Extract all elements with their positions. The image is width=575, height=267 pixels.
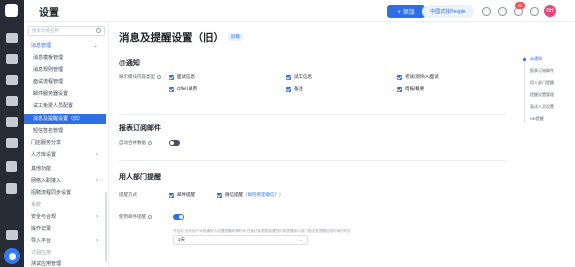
checkbox-note[interactable]: 备注: [286, 86, 303, 92]
sidebar-item[interactable]: 短信签名管理: [24, 126, 106, 136]
sidebar-item[interactable]: 网络入职接入 ›: [24, 176, 106, 186]
chevron-right-icon: ›: [96, 178, 98, 184]
search-placeholder: 搜索功能名称: [32, 28, 59, 33]
section-heading-report: 报表订阅邮件: [119, 125, 161, 132]
sidebar-scrollbar[interactable]: [105, 192, 107, 262]
anchor-line: [524, 56, 525, 122]
checkbox-offer[interactable]: Offer/录用: [169, 86, 197, 92]
sidebar-item[interactable]: 门店服务分享: [24, 138, 106, 148]
use-email-label: 使用邮件提醒: [119, 214, 152, 220]
checkbox-checked-icon: [217, 192, 222, 198]
page-title: 消息及提醒设置（旧）: [119, 32, 224, 44]
main-content: 消息及提醒设置（旧） 旧版 @通知 展示模块内容类型 面试信息 试工信息 考试/…: [110, 22, 510, 267]
sidebar-item[interactable]: 消息规则管理: [24, 65, 106, 75]
checkbox-report[interactable]: 周报/概要: [397, 86, 424, 92]
use-email-toggle[interactable]: [173, 214, 184, 220]
checkbox-checked-icon: [169, 86, 174, 92]
candidate-icon[interactable]: [6, 75, 18, 85]
checkbox-checked-icon: [286, 74, 291, 80]
anchor-item[interactable]: 用人部门提醒: [530, 80, 554, 86]
auto-merge-label: 自动合并数据: [119, 140, 152, 146]
clock-icon[interactable]: [6, 161, 17, 172]
section-heading-notify: @通知: [119, 60, 140, 67]
sidebar-section-label: 订阅应用: [31, 250, 52, 256]
sidebar-item-active[interactable]: 消息及提醒设置（旧）: [24, 114, 106, 124]
anchor-item-active[interactable]: @通知: [530, 56, 542, 62]
sidebar-item[interactable]: 导入平台 ›: [24, 236, 106, 246]
settings-sidebar: 搜索功能名称 消息管理 ⌄ 消息模板管理 消息规则管理 面试流程管理 邮件服务器设…: [24, 22, 109, 267]
checkbox-trial[interactable]: 试工信息: [286, 74, 312, 80]
brand-switcher[interactable]: 中国式找People: [422, 5, 474, 18]
page-header-title: 设置: [39, 8, 59, 19]
reminder-hint: 开启后,允许用户对被通知人设置提醒间隔时间,在面试前根据设置的时间提醒用人部门面…: [173, 229, 352, 233]
sidebar-group-message[interactable]: 消息管理 ⌄: [24, 41, 106, 51]
chevron-down-icon: ⌄: [299, 237, 303, 242]
checkbox-checked-icon: [169, 192, 174, 198]
sidebar-item[interactable]: 邮件服务器设置: [24, 89, 106, 99]
document-icon[interactable]: [6, 117, 18, 127]
search-input[interactable]: 搜索功能名称: [28, 26, 105, 36]
sidebar-item[interactable]: 操作记录: [24, 224, 106, 234]
reminder-method-label: 提醒方式: [119, 192, 137, 197]
avatar[interactable]: RH: [544, 5, 556, 17]
anchor-item[interactable]: 面试人员设置: [530, 104, 554, 110]
app-grid-icon[interactable]: [530, 7, 539, 16]
anchor-active-dot: [523, 58, 526, 61]
location-icon[interactable]: [482, 7, 491, 16]
search-icon: [96, 28, 101, 33]
divider: [119, 160, 506, 161]
sidebar-section-label: 系统: [31, 202, 42, 208]
checkbox-checked-icon: [397, 86, 402, 92]
checkbox-interview[interactable]: 面试信息: [169, 74, 195, 80]
checkbox-checked-icon: [397, 74, 402, 80]
checkbox-checked-icon: [286, 86, 291, 92]
sidebar-item[interactable]: 人才库设置 ›: [24, 150, 106, 160]
section-heading-reminder: 用人部门提醒: [119, 174, 161, 181]
sidebar-item[interactable]: 其他功能: [24, 164, 106, 174]
users-icon[interactable]: [6, 54, 18, 64]
sidebar-item[interactable]: 试工免费人员配置: [24, 101, 106, 111]
chevron-down-icon: ⌄: [92, 43, 98, 49]
share-icon[interactable]: [6, 183, 17, 194]
checkbox-email-reminder[interactable]: 邮件提醒: [169, 192, 195, 198]
help-icon: [157, 74, 161, 79]
help-icon[interactable]: [498, 7, 507, 16]
app-logo: [5, 4, 18, 17]
sidebar-item[interactable]: 招聘流程同步设置: [24, 188, 106, 198]
chart-icon[interactable]: [6, 138, 18, 148]
message-icon[interactable]: [6, 230, 18, 240]
anchor-item[interactable]: 报表订阅邮件: [530, 68, 554, 74]
home-icon[interactable]: [6, 33, 18, 43]
app-rail: [0, 0, 24, 267]
calendar-icon[interactable]: [6, 96, 18, 106]
checkbox-wechat-reminder[interactable]: 微信提醒 （如何绑定微信？）: [217, 192, 284, 198]
chevron-right-icon: ›: [96, 238, 98, 244]
sidebar-item[interactable]: 测试应用管理: [24, 259, 106, 267]
checkbox-checked-icon: [169, 74, 174, 80]
notify-type-label: 展示模块内容类型: [119, 74, 161, 80]
add-button[interactable]: + 添加: [387, 5, 425, 18]
checkbox-exam[interactable]: 考试/测评/AI面试: [397, 74, 439, 80]
legacy-tag: 旧版: [228, 33, 243, 41]
auto-merge-toggle[interactable]: [169, 140, 180, 146]
bind-wechat-link[interactable]: （如何绑定微信？）: [243, 192, 284, 198]
divider: [119, 114, 506, 115]
chevron-right-icon: ›: [96, 152, 98, 158]
sidebar-item[interactable]: 安全与合规 ›: [24, 212, 106, 222]
chevron-right-icon: ›: [96, 214, 98, 220]
reminder-interval-select[interactable]: 1天 ⌄: [173, 235, 308, 245]
sidebar-item[interactable]: 消息模板管理: [24, 53, 106, 63]
sidebar-item[interactable]: 面试流程管理: [24, 77, 106, 87]
anchor-item[interactable]: HR提醒: [530, 116, 544, 122]
top-header: 设置 + 添加 中国式找People 22 RH: [24, 0, 575, 22]
anchor-item[interactable]: 提醒设置管理: [530, 92, 554, 98]
help-icon: [148, 214, 152, 219]
notification-badge: 22: [515, 2, 525, 9]
help-icon: [148, 140, 152, 145]
settings-icon[interactable]: [4, 248, 20, 264]
